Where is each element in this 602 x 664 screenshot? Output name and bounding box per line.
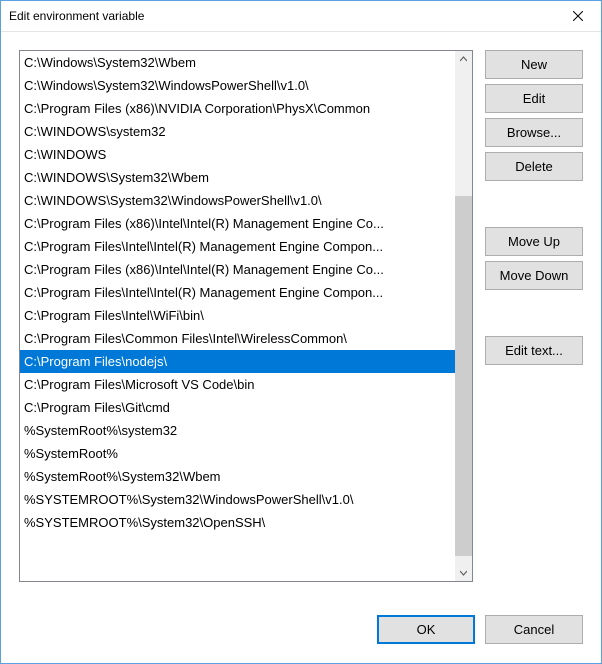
list-item[interactable]: %SystemRoot% [20, 442, 455, 465]
list-items: C:\Windows\System32\WbemC:\Windows\Syste… [20, 51, 455, 581]
dialog-title: Edit environment variable [9, 9, 144, 23]
list-item[interactable]: %SystemRoot%\system32 [20, 419, 455, 442]
dialog-footer: OK Cancel [1, 597, 601, 663]
new-button[interactable]: New [485, 50, 583, 79]
list-item[interactable]: C:\Program Files\Intel\Intel(R) Manageme… [20, 281, 455, 304]
list-item[interactable]: C:\WINDOWS [20, 143, 455, 166]
close-icon [573, 11, 583, 21]
list-item[interactable]: C:\Program Files\Common Files\Intel\Wire… [20, 327, 455, 350]
list-item[interactable]: C:\Program Files\Git\cmd [20, 396, 455, 419]
scroll-up-button[interactable] [455, 51, 472, 68]
list-item[interactable]: C:\Windows\System32\WindowsPowerShell\v1… [20, 74, 455, 97]
delete-button[interactable]: Delete [485, 152, 583, 181]
scroll-thumb[interactable] [455, 196, 472, 556]
list-item[interactable]: C:\Program Files (x86)\Intel\Intel(R) Ma… [20, 212, 455, 235]
list-item[interactable]: C:\Program Files\Microsoft VS Code\bin [20, 373, 455, 396]
list-item[interactable]: C:\Program Files\Intel\WiFi\bin\ [20, 304, 455, 327]
scrollbar-vertical[interactable] [455, 51, 472, 581]
move-down-button[interactable]: Move Down [485, 261, 583, 290]
list-item[interactable]: C:\WINDOWS\System32\WindowsPowerShell\v1… [20, 189, 455, 212]
list-item[interactable]: %SYSTEMROOT%\System32\OpenSSH\ [20, 511, 455, 534]
scroll-track[interactable] [455, 68, 472, 564]
list-item[interactable]: C:\Program Files (x86)\NVIDIA Corporatio… [20, 97, 455, 120]
list-item[interactable]: C:\Windows\System32\Wbem [20, 51, 455, 74]
chevron-down-icon [460, 569, 467, 576]
spacer [485, 186, 583, 227]
chevron-up-icon [460, 56, 467, 63]
close-button[interactable] [555, 1, 601, 31]
move-up-button[interactable]: Move Up [485, 227, 583, 256]
edit-button[interactable]: Edit [485, 84, 583, 113]
cancel-button[interactable]: Cancel [485, 615, 583, 644]
side-button-column: New Edit Browse... Delete Move Up Move D… [485, 50, 583, 597]
list-item[interactable]: C:\Program Files\nodejs\ [20, 350, 455, 373]
list-item[interactable]: C:\WINDOWS\system32 [20, 120, 455, 143]
ok-button[interactable]: OK [377, 615, 475, 644]
scroll-down-button[interactable] [455, 564, 472, 581]
dialog-window: Edit environment variable C:\Windows\Sys… [0, 0, 602, 664]
client-area: C:\Windows\System32\WbemC:\Windows\Syste… [1, 32, 601, 597]
path-listbox[interactable]: C:\Windows\System32\WbemC:\Windows\Syste… [19, 50, 473, 582]
list-container: C:\Windows\System32\WbemC:\Windows\Syste… [19, 50, 473, 597]
edit-text-button[interactable]: Edit text... [485, 336, 583, 365]
browse-button[interactable]: Browse... [485, 118, 583, 147]
spacer [485, 295, 583, 336]
list-item[interactable]: C:\Program Files (x86)\Intel\Intel(R) Ma… [20, 258, 455, 281]
list-item[interactable]: C:\Program Files\Intel\Intel(R) Manageme… [20, 235, 455, 258]
list-item[interactable]: %SYSTEMROOT%\System32\WindowsPowerShell\… [20, 488, 455, 511]
titlebar: Edit environment variable [1, 1, 601, 32]
list-item[interactable]: %SystemRoot%\System32\Wbem [20, 465, 455, 488]
list-item[interactable]: C:\WINDOWS\System32\Wbem [20, 166, 455, 189]
